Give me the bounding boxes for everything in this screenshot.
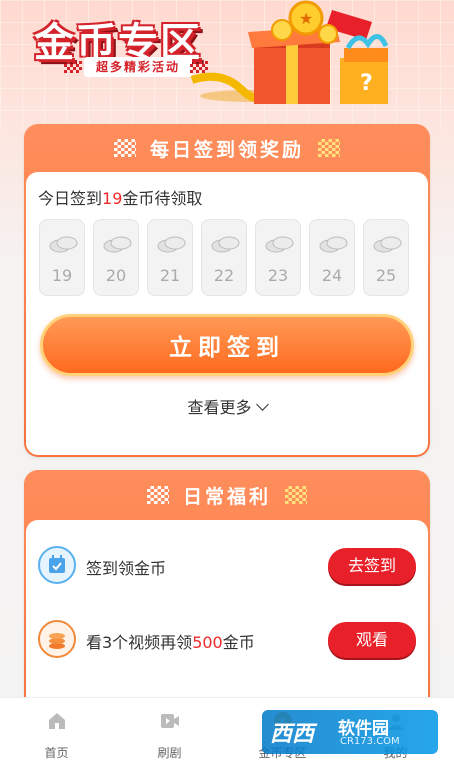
welfare-card-header: 日常福利	[24, 470, 430, 520]
sign-day-tile[interactable]: 20	[93, 219, 139, 296]
task-label-amount: 500	[192, 633, 223, 652]
coin-stack-icon	[265, 236, 294, 253]
gift-box-illustration: ★ ?	[190, 0, 389, 104]
calendar-icon	[38, 546, 76, 584]
site-watermark: 西西 软件园 CR173.COM	[262, 710, 438, 754]
sign-day-number: 19	[51, 266, 73, 285]
page-subtitle: 超多精彩活动	[84, 57, 193, 77]
coin-stack-icon	[373, 236, 402, 253]
decor-flag-left	[113, 139, 136, 157]
sign-card-title: 每日签到领奖励	[149, 138, 304, 161]
sign-card-header: 每日签到领奖励	[24, 124, 430, 172]
watch-button[interactable]: 观看	[328, 622, 416, 658]
coin-stack-icon	[211, 236, 240, 253]
go-sign-button[interactable]: 去签到	[328, 548, 416, 584]
tab-dramas[interactable]: 刷剧	[113, 698, 226, 766]
sign-day-number: 24	[321, 266, 343, 285]
daily-welfare-card: 日常福利 签到领金币 去签到 看3个视频再领500金币 观看	[24, 470, 430, 730]
task-label-suffix: 金币	[222, 633, 255, 652]
decor-flag-right	[285, 486, 307, 504]
welfare-card-title: 日常福利	[182, 485, 271, 508]
task-label: 签到领金币	[86, 559, 167, 578]
sign-day-tile[interactable]: 19	[39, 219, 85, 296]
sign-status-prefix: 今日签到	[38, 189, 103, 208]
sign-day-tile[interactable]: 24	[309, 219, 355, 296]
chevron-down-icon	[255, 398, 269, 411]
sign-status-text: 今日签到19金币待领取	[38, 185, 202, 209]
sign-day-number: 20	[105, 266, 127, 285]
decor-checker-left	[64, 61, 82, 73]
sign-status-suffix: 金币待领取	[122, 189, 203, 208]
sign-now-button[interactable]: 立即签到	[40, 314, 414, 376]
view-more-link[interactable]: 查看更多	[26, 394, 428, 418]
coin-stack-icon	[49, 236, 78, 253]
sign-day-number: 23	[267, 266, 289, 285]
tab-label: 刷剧	[157, 746, 182, 760]
video-icon	[161, 714, 179, 728]
sign-day-tile[interactable]: 25	[363, 219, 409, 296]
sign-status-amount: 19	[102, 189, 123, 208]
watermark-logo: 西西	[270, 722, 315, 747]
view-more-label: 查看更多	[187, 398, 252, 417]
coin-stack-icon	[319, 236, 348, 253]
sign-day-tile[interactable]: 23	[255, 219, 301, 296]
svg-text:?: ?	[360, 71, 373, 96]
sign-day-number: 25	[375, 266, 397, 285]
sign-day-list: 19 20 21 22 23 24 25	[39, 219, 409, 296]
home-icon	[49, 713, 65, 729]
sign-card-body: 今日签到19金币待领取 19 20 21 22 23 24 25 立即签到 查看…	[26, 172, 428, 455]
sign-day-tile[interactable]: 21	[147, 219, 193, 296]
tab-label: 首页	[44, 746, 69, 760]
sign-day-number: 21	[159, 266, 181, 285]
daily-sign-card: 每日签到领奖励 今日签到19金币待领取 19 20 21 22 23 24 25…	[24, 124, 430, 457]
decor-flag-left	[146, 486, 169, 504]
coin-stack-icon	[103, 236, 132, 253]
task-watch-videos: 看3个视频再领500金币 观看	[38, 620, 416, 660]
tab-home[interactable]: 首页	[0, 698, 113, 766]
sign-day-tile[interactable]: 22	[201, 219, 247, 296]
svg-text:★: ★	[299, 9, 313, 28]
coin-stack-icon	[38, 620, 76, 658]
task-label-prefix: 看3个视频再领	[86, 633, 193, 652]
task-sign-coins: 签到领金币 去签到	[38, 546, 416, 586]
watermark-domain: CR173.COM	[340, 736, 400, 747]
sign-day-number: 22	[213, 266, 235, 285]
decor-flag-right	[318, 139, 340, 157]
coin-stack-icon	[157, 236, 186, 253]
task-label: 看3个视频再领500金币	[86, 629, 255, 653]
